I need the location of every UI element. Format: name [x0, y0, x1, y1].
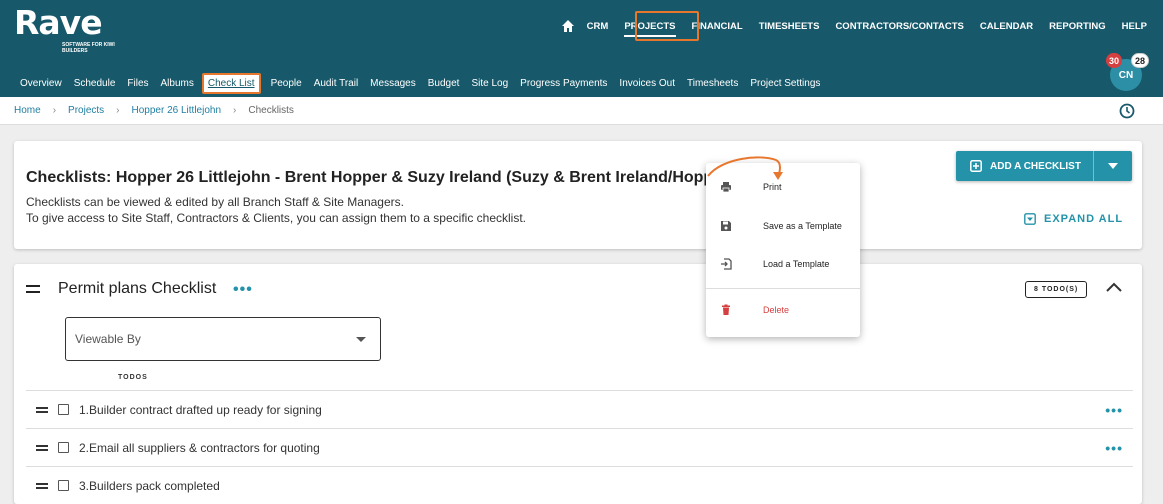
viewable-by-placeholder: Viewable By: [75, 332, 141, 346]
notification-badge[interactable]: 30: [1106, 53, 1123, 68]
todo-checkbox[interactable]: [58, 442, 69, 453]
subnav-site-log[interactable]: Site Log: [471, 78, 508, 89]
menu-item-load-template-label: Load a Template: [763, 259, 830, 269]
drag-handle-icon[interactable]: [36, 444, 48, 451]
message-badge[interactable]: 28: [1131, 53, 1150, 68]
description-line-1: Checklists can be viewed & edited by all…: [26, 195, 404, 209]
todos-column-header: TODOS: [118, 374, 148, 381]
nav-calendar[interactable]: CALENDAR: [980, 21, 1033, 32]
nav-financial[interactable]: FINANCIAL: [692, 21, 743, 32]
clock-icon[interactable]: [1119, 103, 1135, 119]
trash-icon: [720, 304, 732, 316]
nav-timesheets[interactable]: TIMESHEETS: [759, 21, 820, 32]
subnav-audit-trail[interactable]: Audit Trail: [314, 78, 358, 89]
page-title: Checklists: Hopper 26 Littlejohn - Brent…: [26, 169, 734, 186]
save-icon: [720, 220, 732, 232]
add-checklist-dropdown-toggle[interactable]: [1094, 151, 1132, 181]
todo-row: 2.Email all suppliers & contractors for …: [26, 428, 1133, 466]
subnav-schedule[interactable]: Schedule: [74, 78, 116, 89]
nav-crm[interactable]: CRM: [587, 21, 609, 32]
todo-row: 3.Builders pack completed: [26, 466, 1133, 504]
checklist-more-icon[interactable]: •••: [233, 281, 253, 299]
subnav-timesheets[interactable]: Timesheets: [687, 78, 738, 89]
menu-item-save-template-label: Save as a Template: [763, 221, 842, 231]
menu-item-delete-label: Delete: [763, 305, 790, 315]
checklist-card: Permit plans Checklist ••• 8 TODO(S) Vie…: [14, 264, 1142, 504]
nav-help[interactable]: HELP: [1122, 21, 1147, 32]
collapse-chevron-icon[interactable]: [1105, 280, 1123, 292]
projects-highlight-box: [635, 11, 699, 41]
breadcrumb-separator: ›: [52, 105, 57, 116]
todo-more-icon[interactable]: •••: [1105, 440, 1123, 456]
drag-handle-icon[interactable]: [36, 406, 48, 413]
breadcrumb-separator: ›: [233, 105, 237, 116]
menu-item-load-template[interactable]: Load a Template: [706, 249, 860, 279]
add-checklist-label: ADD A CHECKLIST: [990, 160, 1081, 172]
dropdown-caret-icon: [356, 337, 366, 342]
checklist-context-menu: Print Save as a Template Load a Template…: [706, 163, 860, 337]
menu-item-delete[interactable]: Delete: [706, 295, 860, 325]
subnav-project-settings[interactable]: Project Settings: [750, 78, 820, 89]
todo-text[interactable]: 1.Builder contract drafted up ready for …: [79, 403, 322, 417]
page-description: Checklists can be viewed & edited by all…: [26, 194, 526, 226]
expand-icon: [1024, 213, 1036, 225]
expand-all-button[interactable]: EXPAND ALL: [1024, 213, 1123, 225]
subnav-people[interactable]: People: [271, 78, 302, 89]
home-icon[interactable]: [561, 19, 575, 33]
breadcrumb-projects[interactable]: Projects: [68, 105, 104, 116]
subnav-check-list[interactable]: Check List: [201, 72, 261, 94]
viewable-by-select[interactable]: Viewable By: [65, 317, 381, 361]
breadcrumb-current: Checklists: [248, 105, 294, 116]
breadcrumb-home[interactable]: Home: [14, 105, 41, 116]
todo-count-badge: 8 TODO(S): [1025, 281, 1088, 298]
subnav-messages[interactable]: Messages: [370, 78, 416, 89]
app-header: Rave SOFTWARE FOR KIWI BUILDERS CRM PROJ…: [0, 0, 1163, 97]
rave-logo[interactable]: Rave SOFTWARE FOR KIWI BUILDERS: [14, 3, 115, 55]
breadcrumb-separator: ›: [116, 105, 120, 116]
nav-contractors-contacts[interactable]: CONTRACTORS/CONTACTS: [835, 21, 963, 32]
breadcrumb-project[interactable]: Hopper 26 Littlejohn: [132, 105, 222, 116]
nav-reporting[interactable]: REPORTING: [1049, 21, 1105, 32]
todo-checkbox[interactable]: [58, 404, 69, 415]
expand-all-label: EXPAND ALL: [1044, 213, 1124, 225]
todo-row: 1.Builder contract drafted up ready for …: [26, 390, 1133, 428]
subnav-albums[interactable]: Albums: [161, 78, 194, 89]
breadcrumb: Home › Projects › Hopper 26 Littlejohn ›…: [0, 97, 1163, 125]
menu-item-save-template[interactable]: Save as a Template: [706, 211, 860, 241]
todo-text[interactable]: 2.Email all suppliers & contractors for …: [79, 441, 320, 455]
drag-handle-icon[interactable]: [26, 285, 40, 293]
subnav-progress-payments[interactable]: Progress Payments: [520, 78, 607, 89]
annotation-arrow: [707, 156, 783, 180]
project-subnav: Overview Schedule Files Albums Check Lis…: [20, 72, 820, 94]
add-checklist-button[interactable]: ADD A CHECKLIST: [956, 151, 1132, 181]
logo-tagline: SOFTWARE FOR KIWI BUILDERS: [62, 42, 115, 54]
subnav-invoices-out[interactable]: Invoices Out: [619, 78, 675, 89]
todo-more-icon[interactable]: •••: [1105, 402, 1123, 418]
subnav-files[interactable]: Files: [127, 78, 148, 89]
subnav-budget[interactable]: Budget: [428, 78, 460, 89]
plus-box-icon: [970, 160, 982, 172]
logo-wordmark: Rave: [14, 3, 103, 42]
checklist-title: Permit plans Checklist: [58, 280, 217, 297]
chevron-down-icon: [1108, 163, 1118, 169]
menu-divider: [706, 288, 860, 289]
subnav-overview[interactable]: Overview: [20, 78, 62, 89]
description-line-2: To give access to Site Staff, Contractor…: [26, 211, 527, 225]
add-checklist-main[interactable]: ADD A CHECKLIST: [956, 151, 1094, 181]
load-file-icon: [720, 258, 732, 270]
